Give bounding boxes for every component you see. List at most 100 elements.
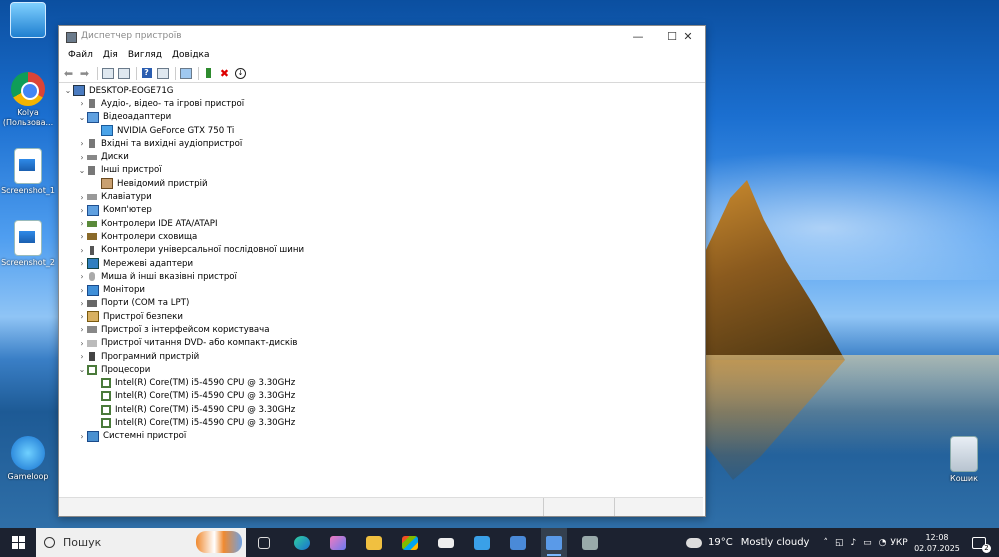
tree-category[interactable]: › Диски [59,150,703,163]
taskbar-app-1[interactable] [470,528,494,557]
tree-category[interactable]: › Системні пристрої [59,430,703,443]
tree-device[interactable]: Intel(R) Core(TM) i5-4590 CPU @ 3.30GHz [59,416,703,429]
taskbar-app-mail[interactable] [434,528,458,557]
chevron-down-icon[interactable]: ⌄ [63,86,73,95]
add-driver-icon[interactable] [202,67,215,80]
taskbar-app-copilot[interactable] [326,528,350,557]
chevron-down-icon[interactable]: ⌄ [77,113,87,122]
tree-category[interactable]: ⌄ Процесори [59,363,703,376]
battery-icon[interactable]: ▭ [863,538,872,548]
network-icon[interactable]: ◱ [835,538,844,548]
clock[interactable]: 12:08 02.07.2025 [912,528,962,557]
folder-icon [366,535,382,550]
chevron-right-icon[interactable]: › [77,232,87,241]
weather-widget[interactable]: 19°C Mostly cloudy [686,528,816,557]
taskbar-app-3[interactable] [578,528,602,557]
help-icon[interactable]: ? [140,67,153,80]
gameloop-icon [11,436,45,470]
taskbar-app-store[interactable] [398,528,422,557]
tree-device-label: NVIDIA GeForce GTX 750 Ti [117,125,235,136]
tree-category[interactable]: › Аудіо-, відео- та ігрові пристрої [59,97,703,110]
tree-category[interactable]: › Клавіатури [59,190,703,203]
taskbar-app-device-manager[interactable] [541,528,567,557]
update-icon[interactable] [117,67,130,80]
menu-action[interactable]: Дія [98,48,123,64]
tree-category-label: Інші пристрої [101,165,162,176]
chevron-right-icon[interactable]: › [77,99,87,108]
menu-help[interactable]: Довідка [167,48,215,64]
properties-icon[interactable] [101,67,114,80]
chevron-right-icon[interactable]: › [77,193,87,202]
tree-category[interactable]: ⌄ Відеоадаптери [59,111,703,124]
chevron-right-icon[interactable]: › [77,246,87,255]
chevron-right-icon[interactable]: › [77,339,87,348]
tree-category[interactable]: › Монітори [59,283,703,296]
desktop-icon-screenshot-2[interactable]: Screenshot_2 [0,220,56,268]
forward-icon[interactable]: ➡ [78,67,91,80]
view-icon[interactable] [156,67,169,80]
tree-category[interactable]: › Вхідні та вихідні аудіопристрої [59,137,703,150]
tree-category[interactable]: › Порти (COM та LPT) [59,297,703,310]
task-view-button[interactable] [252,528,276,557]
tree-category[interactable]: › Контролери IDE ATA/ATAPI [59,217,703,230]
tree-root[interactable]: ⌄ DESKTOP-EOGE71G [59,84,703,97]
tree-category[interactable]: › Програмний пристрій [59,350,703,363]
chevron-right-icon[interactable]: › [77,352,87,361]
wifi-icon[interactable]: ◔ [879,538,887,548]
tree-category[interactable]: › Мережеві адаптери [59,257,703,270]
title-bar[interactable]: Диспетчер пристроїв — ☐ ✕ [59,26,705,48]
taskbar-app-explorer[interactable] [362,528,386,557]
tree-category-label: Пристрої читання DVD- або компакт-дисків [101,338,298,349]
tree-category-label: Диски [101,152,129,163]
tree-category[interactable]: › Контролери універсальної послідовної ши… [59,244,703,257]
chevron-right-icon[interactable]: › [77,299,87,308]
tree-device[interactable]: Intel(R) Core(TM) i5-4590 CPU @ 3.30GHz [59,377,703,390]
tree-category[interactable]: › Пристрої з інтерфейсом користувача [59,323,703,336]
tree-category[interactable]: ⌄ Інші пристрої [59,164,703,177]
chevron-right-icon[interactable]: › [77,325,87,334]
tree-category[interactable]: › Контролери сховища [59,230,703,243]
desktop-icon-recycle-bin[interactable]: Кошик [936,436,992,484]
menu-file[interactable]: Файл [63,48,98,64]
desktop-icon-gameloop[interactable]: Gameloop [0,436,56,482]
chevron-right-icon[interactable]: › [77,139,87,148]
tree-category[interactable]: › Пристрої читання DVD- або компакт-дискі… [59,337,703,350]
tree-device-label: Intel(R) Core(TM) i5-4590 CPU @ 3.30GHz [115,378,296,389]
tree-device[interactable]: NVIDIA GeForce GTX 750 Ti [59,124,703,137]
start-button[interactable] [0,528,36,557]
taskbar-app-2[interactable] [506,528,530,557]
monitor-icon[interactable] [179,67,192,80]
taskbar-app-edge[interactable] [290,528,314,557]
desktop-icon-screenshot-1[interactable]: Screenshot_1 [0,148,56,196]
language-indicator[interactable]: УКР [888,528,910,557]
minimize-button[interactable]: — [621,26,655,48]
desktop-icon-label: Gameloop [7,472,49,481]
uninstall-icon[interactable]: ✖ [218,67,231,80]
chevron-right-icon[interactable]: › [77,286,87,295]
menu-view[interactable]: Вигляд [123,48,167,64]
tree-device[interactable]: Intel(R) Core(TM) i5-4590 CPU @ 3.30GHz [59,403,703,416]
chevron-right-icon[interactable]: › [77,312,87,321]
tree-category[interactable]: › Миша й інші вказівні пристрої [59,270,703,283]
notification-button[interactable]: 2 [966,528,992,557]
volume-icon[interactable]: ♪ [850,538,856,548]
search-box[interactable]: Пошук [36,528,246,557]
chevron-right-icon[interactable]: › [77,259,87,268]
download-icon[interactable]: ↓ [234,67,247,80]
chevron-right-icon[interactable]: › [77,219,87,228]
desktop-icon-chrome-profile[interactable]: Kolya (Пользова... [0,72,56,128]
desktop-icon-this-pc[interactable] [0,2,56,40]
tree-category[interactable]: › Пристрої безпеки [59,310,703,323]
chevron-right-icon[interactable]: › [77,272,87,281]
tree-category[interactable]: › Комп'ютер [59,204,703,217]
close-button[interactable]: ✕ [671,26,705,48]
chevron-down-icon[interactable]: ⌄ [77,365,87,374]
chevron-right-icon[interactable]: › [77,432,87,441]
tree-device[interactable]: Intel(R) Core(TM) i5-4590 CPU @ 3.30GHz [59,390,703,403]
back-icon[interactable]: ⬅ [62,67,75,80]
chevron-down-icon[interactable]: ⌄ [77,166,87,175]
chevron-right-icon[interactable]: › [77,206,87,215]
chevron-right-icon[interactable]: › [77,153,87,162]
chevron-up-icon[interactable]: ˄ [823,538,828,548]
tree-device[interactable]: Невідомий пристрій [59,177,703,190]
